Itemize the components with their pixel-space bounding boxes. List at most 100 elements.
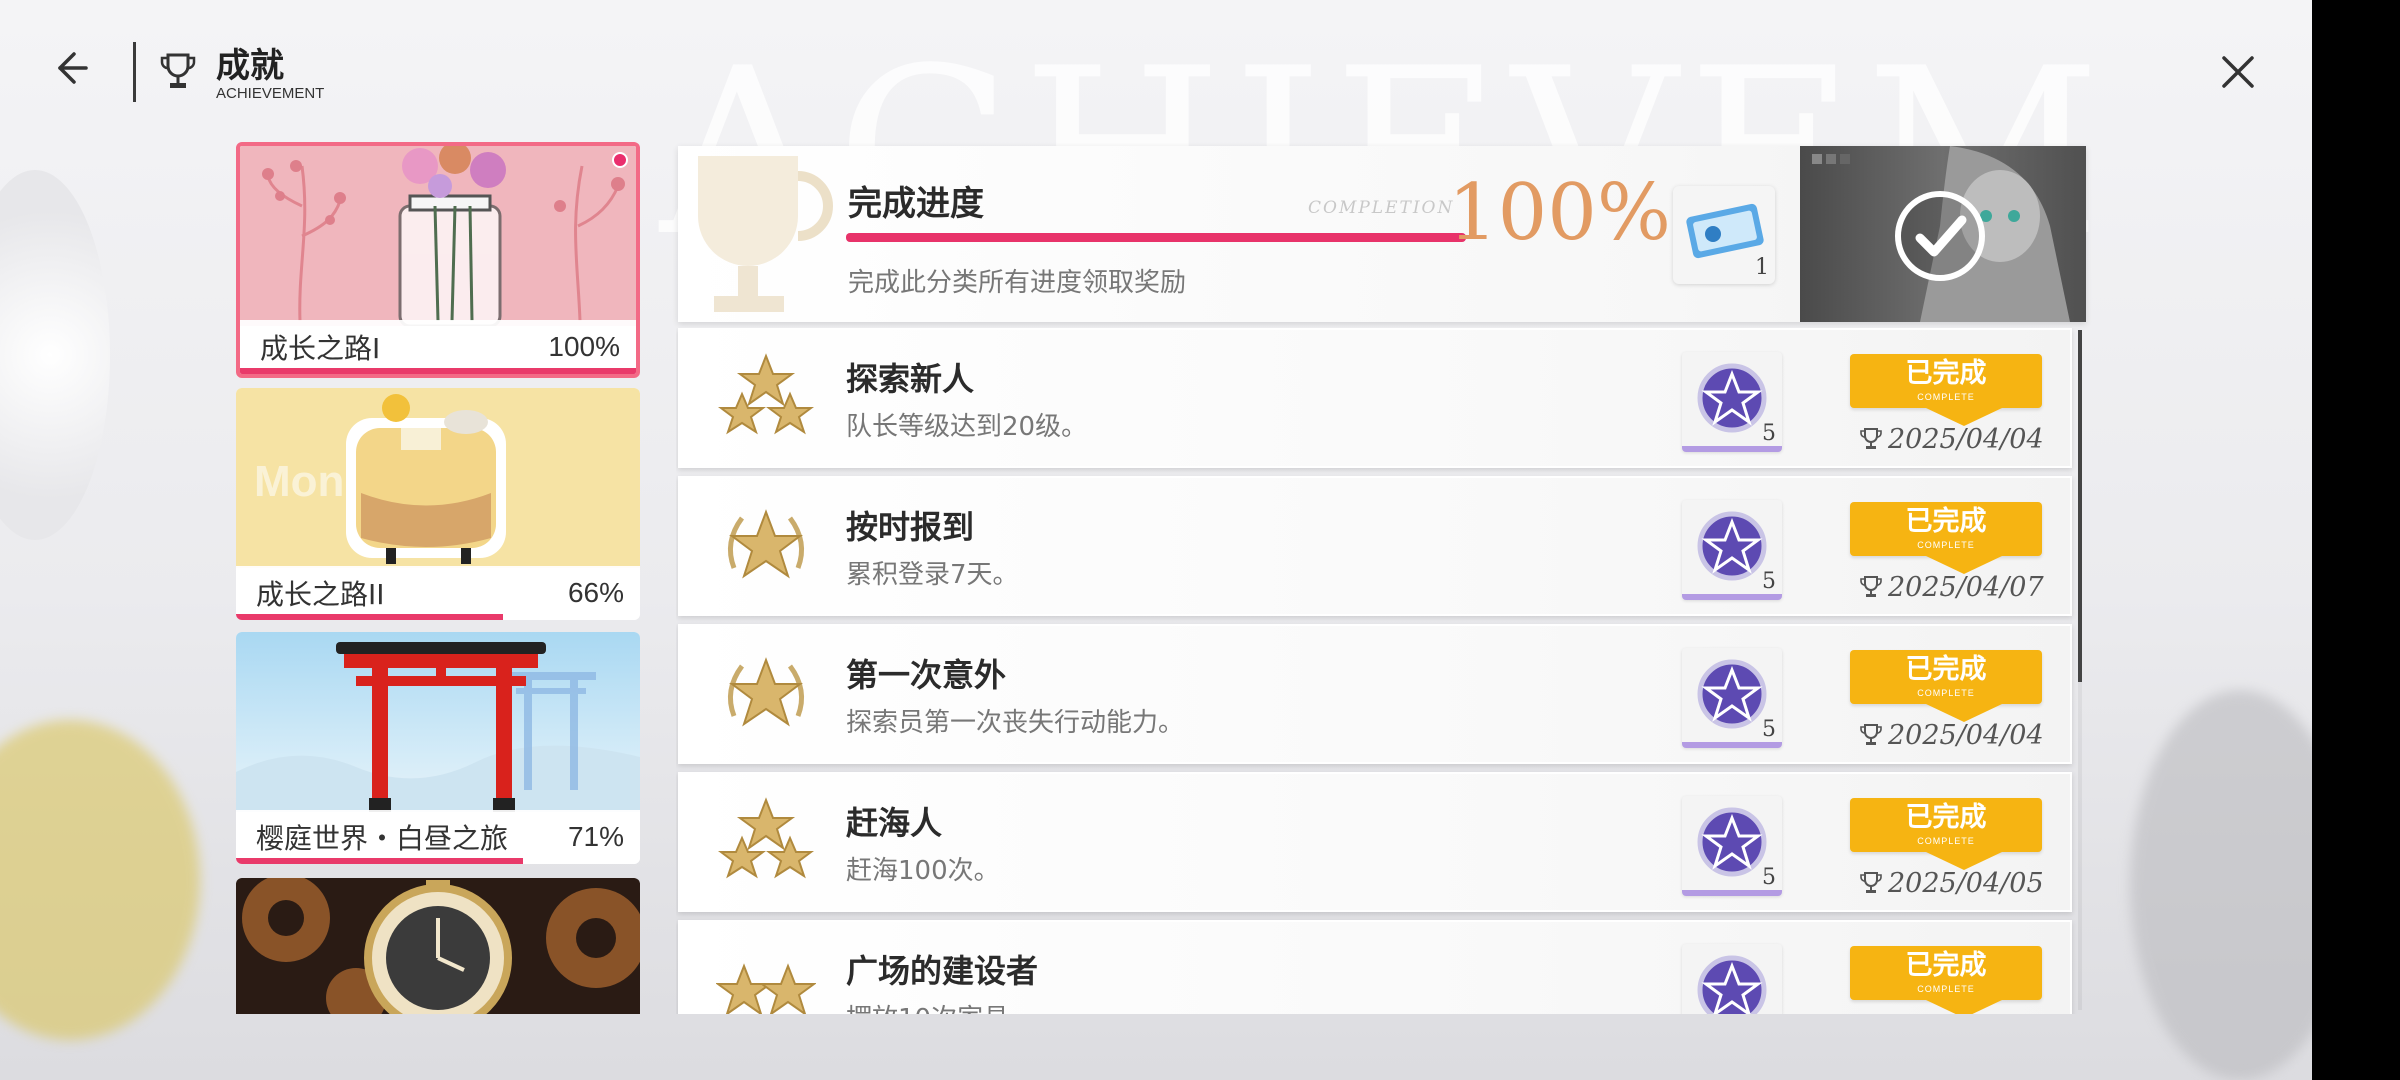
background-blob-right: [2130, 690, 2312, 1080]
category-image-torii: [236, 632, 640, 812]
badge-tail: [1926, 1000, 2002, 1014]
completion-date: 2025/04/05: [1860, 868, 2044, 899]
achievement-row: 按时报到 累积登录7天。 5 已完成 COMPLETE 2025/04/07: [678, 476, 2072, 616]
reward-count: 5: [1762, 717, 1776, 742]
achievement-description: 摆放10次家具: [846, 998, 1009, 1014]
date-text: 2025/04/07: [1888, 572, 2044, 603]
category-percent: 71%: [567, 821, 624, 852]
close-button[interactable]: [2216, 50, 2260, 94]
status-text: 已完成: [1905, 950, 1987, 981]
completion-reward-count: 1: [1755, 255, 1769, 280]
completion-label: COMPLETION: [1308, 198, 1455, 218]
reward-rarity-bar: [1682, 742, 1782, 748]
achievement-row: 赶海人 赶海100次。 5 已完成 COMPLETE 2025/04/05: [678, 772, 2072, 912]
status-text-en: COMPLETE: [1917, 392, 1975, 402]
pentagram-coin-icon: [1697, 955, 1767, 1014]
category-percent: 100%: [548, 331, 620, 362]
status-text: 已完成: [1905, 802, 1987, 833]
completed-badge: 已完成 COMPLETE: [1850, 354, 2042, 408]
completed-badge: 已完成 COMPLETE: [1850, 502, 2042, 556]
date-text: 2025/04/04: [1888, 720, 2044, 751]
category-progress-bar: [236, 858, 523, 864]
page-subtitle: ACHIEVEMENT: [216, 85, 325, 102]
category-card-growth-2[interactable]: Mon nter 成长之路II 66%: [236, 388, 640, 620]
reward-rarity-bar: [1682, 594, 1782, 600]
category-footer: 成长之路I 100%: [240, 320, 636, 374]
achievement-reward-item[interactable]: 5: [1682, 500, 1782, 600]
category-percent: 66%: [567, 577, 624, 608]
small-trophy-icon: [1860, 724, 1882, 745]
category-card-sakura-world[interactable]: 樱庭世界・白昼之旅 71%: [236, 632, 640, 864]
completion-reward-item[interactable]: 1: [1673, 186, 1775, 284]
three-stars-icon: [716, 350, 816, 446]
status-text-en: COMPLETE: [1917, 688, 1975, 698]
reward-count: 5: [1762, 569, 1776, 594]
back-arrow-icon: [58, 52, 88, 84]
trophy-icon: [160, 52, 196, 90]
reward-rarity-bar: [1682, 446, 1782, 452]
achievement-row: 广场的建设者 摆放10次家具 5 已完成 COMPLETE: [678, 920, 2072, 1014]
completion-date: 2025/04/07: [1860, 572, 2044, 603]
category-progress-bar: [240, 368, 636, 374]
completed-badge: 已完成 COMPLETE: [1850, 650, 2042, 704]
category-image-toast: Mon nter: [236, 388, 640, 568]
achievement-title: 广场的建设者: [846, 952, 1039, 990]
achievement-reward-item[interactable]: 5: [1682, 944, 1782, 1014]
category-footer: 成长之路II 66%: [236, 566, 640, 620]
screen-edge: [2312, 0, 2400, 1080]
category-sidebar[interactable]: 成长之路I 100% Mon nter 成长之路II 66%: [232, 140, 644, 1014]
completed-check-icon: [1894, 190, 1986, 282]
trophy-decoration-icon: [678, 146, 838, 322]
completion-banner: 完成进度 COMPLETION 100% 完成此分类所有进度领取奖励 1: [678, 146, 2086, 322]
background-blob-left: [0, 720, 200, 1040]
completion-description: 完成此分类所有进度领取奖励: [848, 268, 1187, 298]
page-title: 成就: [216, 46, 284, 86]
small-trophy-icon: [1860, 872, 1882, 893]
achievement-description: 累积登录7天。: [846, 560, 1019, 590]
completion-date: 2025/04/04: [1860, 424, 2044, 455]
reward-count: 5: [1762, 1013, 1776, 1014]
achievement-title: 按时报到: [846, 508, 975, 546]
category-image-clock: [236, 878, 640, 1014]
category-card-growth-1[interactable]: 成长之路I 100%: [236, 142, 640, 378]
category-image-flowers: [240, 146, 636, 328]
achievement-reward-item[interactable]: 5: [1682, 796, 1782, 896]
status-text-en: COMPLETE: [1917, 984, 1975, 994]
date-text: 2025/04/04: [1888, 424, 2044, 455]
small-trophy-icon: [1860, 576, 1882, 597]
character-illustration: [1800, 146, 2086, 322]
three-stars-icon: [716, 794, 816, 890]
completed-badge: 已完成 COMPLETE: [1850, 946, 2042, 1000]
close-icon: [2222, 56, 2254, 88]
date-text: 2025/04/05: [1888, 868, 2044, 899]
reward-rarity-bar: [1682, 890, 1782, 896]
completion-progress-bar: [846, 233, 1466, 242]
achievement-description: 探索员第一次丧失行动能力。: [846, 708, 1185, 738]
category-card-clock[interactable]: [236, 878, 640, 1014]
background-left-circle: [0, 170, 110, 540]
achievement-reward-item[interactable]: 5: [1682, 648, 1782, 748]
category-name: 成长之路II: [256, 578, 385, 611]
category-progress-bar: [236, 614, 503, 620]
star-wreath-icon: [716, 646, 816, 742]
small-trophy-icon: [1860, 428, 1882, 449]
header-divider: [133, 42, 136, 102]
achievement-list[interactable]: 探索新人 队长等级达到20级。 5 已完成 COMPLETE 2025/04/0…: [676, 328, 2088, 1014]
achievement-description: 队长等级达到20级。: [846, 412, 1088, 442]
completed-badge: 已完成 COMPLETE: [1850, 798, 2042, 852]
completion-percent: 100%: [1448, 168, 1671, 258]
achievement-title: 第一次意外: [846, 656, 1007, 694]
back-button[interactable]: [46, 44, 96, 94]
achievement-reward-item[interactable]: 5: [1682, 352, 1782, 452]
completion-date: 2025/04/04: [1860, 720, 2044, 751]
star-wreath-icon: [716, 498, 816, 594]
reward-count: 5: [1762, 865, 1776, 890]
achievement-description: 赶海100次。: [846, 856, 1000, 886]
list-scrollbar-thumb[interactable]: [2078, 330, 2082, 682]
category-footer: 樱庭世界・白昼之旅 71%: [236, 810, 640, 864]
status-text: 已完成: [1905, 506, 1987, 537]
achievement-title: 赶海人: [846, 804, 943, 842]
achievement-title: 探索新人: [846, 360, 975, 398]
achievement-row: 第一次意外 探索员第一次丧失行动能力。 5 已完成 COMPLETE 2025/…: [678, 624, 2072, 764]
status-text-en: COMPLETE: [1917, 540, 1975, 550]
